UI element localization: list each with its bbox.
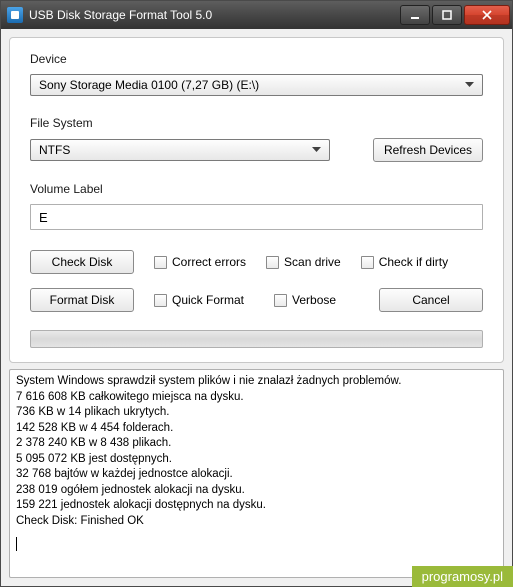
log-line: 7 616 608 KB całkowitego miejsca na dysk… xyxy=(16,390,497,406)
log-line: 159 221 jednostek alokacji dostępnych na… xyxy=(16,498,497,514)
log-line: 5 095 072 KB jest dostępnych. xyxy=(16,452,497,468)
close-icon xyxy=(482,10,492,20)
checkbox-icon xyxy=(361,256,374,269)
log-line: 142 528 KB w 4 454 folderach. xyxy=(16,421,497,437)
filesystem-dropdown[interactable]: NTFS xyxy=(30,139,330,161)
scan-drive-checkbox[interactable]: Scan drive xyxy=(266,255,341,269)
scan-drive-label: Scan drive xyxy=(284,255,341,269)
minimize-button[interactable] xyxy=(400,5,430,25)
checkbox-icon xyxy=(274,294,287,307)
device-label: Device xyxy=(30,52,483,66)
device-selected: Sony Storage Media 0100 (7,27 GB) (E:\) xyxy=(39,78,461,92)
volume-label-input[interactable] xyxy=(30,204,483,230)
progress-bar xyxy=(30,330,483,348)
format-row: Format Disk Quick Format Verbose Cancel xyxy=(30,288,483,312)
filesystem-selected: NTFS xyxy=(39,143,308,157)
log-line: 32 768 bajtów w każdej jednostce alokacj… xyxy=(16,467,497,483)
log-line: 2 378 240 KB w 8 438 plikach. xyxy=(16,436,497,452)
correct-errors-checkbox[interactable]: Correct errors xyxy=(154,255,246,269)
log-output[interactable]: System Windows sprawdził system plików i… xyxy=(9,369,504,578)
cancel-button[interactable]: Cancel xyxy=(379,288,483,312)
chevron-down-icon xyxy=(461,77,478,94)
checkbox-icon xyxy=(154,256,167,269)
log-line: 736 KB w 14 plikach ukrytych. xyxy=(16,405,497,421)
check-if-dirty-checkbox[interactable]: Check if dirty xyxy=(361,255,448,269)
refresh-devices-button[interactable]: Refresh Devices xyxy=(373,138,483,162)
watermark: programosy.pl xyxy=(412,566,513,587)
log-line: Check Disk: Finished OK xyxy=(16,514,497,530)
minimize-icon xyxy=(410,10,420,20)
log-line: 238 019 ogółem jednostek alokacji na dys… xyxy=(16,483,497,499)
close-button[interactable] xyxy=(464,5,510,25)
volume-label-label: Volume Label xyxy=(30,182,483,196)
verbose-label: Verbose xyxy=(292,293,336,307)
chevron-down-icon xyxy=(308,142,325,159)
checkbox-icon xyxy=(266,256,279,269)
device-dropdown[interactable]: Sony Storage Media 0100 (7,27 GB) (E:\) xyxy=(30,74,483,96)
main-panel: Device Sony Storage Media 0100 (7,27 GB)… xyxy=(9,37,504,363)
window-title: USB Disk Storage Format Tool 5.0 xyxy=(29,8,400,22)
checkdisk-row: Check Disk Correct errors Scan drive Che… xyxy=(30,250,483,274)
titlebar: USB Disk Storage Format Tool 5.0 xyxy=(1,1,512,29)
checkbox-icon xyxy=(154,294,167,307)
format-disk-button[interactable]: Format Disk xyxy=(30,288,134,312)
window-controls xyxy=(400,5,510,25)
check-if-dirty-label: Check if dirty xyxy=(379,255,448,269)
verbose-checkbox[interactable]: Verbose xyxy=(274,293,336,307)
check-disk-button[interactable]: Check Disk xyxy=(30,250,134,274)
quick-format-label: Quick Format xyxy=(172,293,244,307)
client-area: Device Sony Storage Media 0100 (7,27 GB)… xyxy=(1,29,512,586)
maximize-button[interactable] xyxy=(432,5,462,25)
log-line: System Windows sprawdził system plików i… xyxy=(16,374,497,390)
maximize-icon xyxy=(442,10,452,20)
text-cursor xyxy=(16,537,17,551)
quick-format-checkbox[interactable]: Quick Format xyxy=(154,293,244,307)
filesystem-row: NTFS Refresh Devices xyxy=(30,138,483,162)
filesystem-label: File System xyxy=(30,116,483,130)
correct-errors-label: Correct errors xyxy=(172,255,246,269)
app-icon xyxy=(7,7,23,23)
app-window: USB Disk Storage Format Tool 5.0 Device … xyxy=(0,0,513,587)
